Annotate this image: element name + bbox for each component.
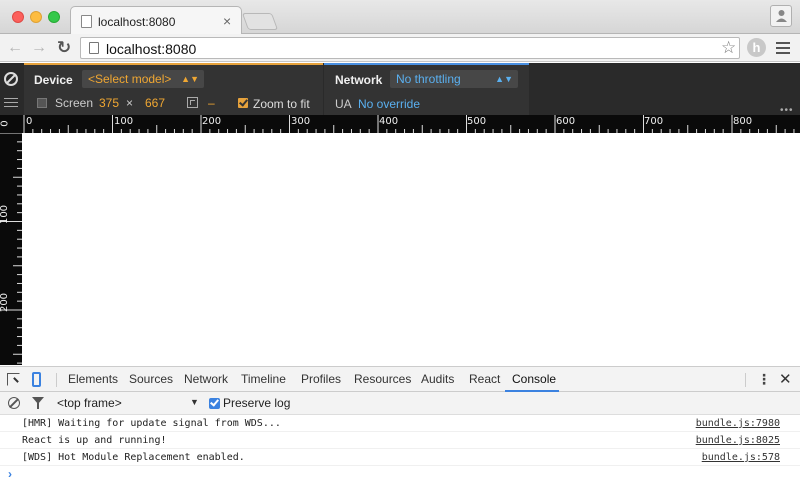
ruler-corner: 0 [0,115,22,133]
console-message: React is up and running! bundle.js:8025 [0,432,800,449]
user-agent-input[interactable]: No override [358,97,420,111]
zoom-to-fit-label: Zoom to fit [253,97,310,111]
back-arrow-icon[interactable]: ← [5,38,25,58]
minimize-window-button[interactable] [30,11,42,23]
network-section: Network No throttling ▲▼ UA No override [324,63,529,115]
ruler-label: 700 [644,116,664,127]
frame-select[interactable]: <top frame> [57,396,122,410]
tab-resources[interactable]: Resources [354,372,411,386]
user-icon [776,10,787,22]
device-pixel-ratio-input[interactable]: – [208,96,215,110]
console-source-link[interactable]: bundle.js:8025 [696,435,780,446]
browser-tab[interactable]: localhost:8080 × [70,6,242,35]
device-label: Device [34,73,73,87]
filter-icon[interactable] [32,397,44,409]
console-toolbar: <top frame> ▼ Preserve log [0,392,800,415]
dropdown-arrow-icon[interactable]: ▼ [190,397,199,407]
horizontal-ruler: 0 100 200 300 400 500 600 700 800 [0,115,800,133]
divider [745,373,746,387]
device-model-select[interactable]: <Select model> ▲▼ [82,70,204,88]
ruler-label: 0 [26,116,33,127]
zoom-to-fit-checkbox[interactable] [238,98,248,108]
address-bar[interactable]: localhost:8080 ☆ [80,37,740,59]
swap-dimensions-icon[interactable] [187,97,198,108]
select-arrows-icon: ▲▼ [495,74,513,84]
close-window-button[interactable] [12,11,24,23]
tab-elements[interactable]: Elements [68,372,118,386]
tab-network[interactable]: Network [184,372,228,386]
ruler-label: 500 [467,116,487,127]
ruler-label: 200 [0,292,11,313]
disable-emulation-icon[interactable] [4,72,18,86]
tab-title: localhost:8080 [98,15,176,29]
dimension-separator: × [126,96,134,110]
screen-label: Screen [55,96,94,110]
tab-console[interactable]: Console [512,372,556,386]
tab-react[interactable]: React [469,372,500,386]
throttle-value: No throttling [396,72,461,86]
ruler-label: 800 [733,116,753,127]
console-message: [HMR] Waiting for update signal from WDS… [0,415,800,432]
device-section: Device <Select model> ▲▼ Screen 375 × 66… [24,63,323,115]
user-agent-label: UA [335,97,352,111]
device-model-value: <Select model> [88,72,172,86]
console-message-text: [WDS] Hot Module Replacement enabled. [22,452,245,463]
screen-width-input[interactable]: 375 [99,96,119,110]
window-titlebar: localhost:8080 × [0,0,800,35]
select-arrows-icon: ▲▼ [181,74,199,84]
tab-timeline[interactable]: Timeline [241,372,286,386]
maximize-window-button[interactable] [48,11,60,23]
emulated-viewport[interactable] [22,133,800,365]
emulation-drawer-icon[interactable] [4,98,18,110]
divider [56,373,57,387]
tab-sources[interactable]: Sources [129,372,173,386]
ruler-label: 0 [0,120,11,127]
tab-audits[interactable]: Audits [421,372,454,386]
console-source-link[interactable]: bundle.js:578 [702,452,780,463]
vertical-ruler-ticks [0,133,22,364]
url-text[interactable]: localhost:8080 [106,41,196,57]
console-source-link[interactable]: bundle.js:7980 [696,418,780,429]
preserve-log-checkbox[interactable] [209,398,220,409]
tab-close-icon[interactable]: × [223,13,231,29]
browser-toolbar: ← → ↻ localhost:8080 ☆ h [0,34,800,62]
screen-checkbox[interactable] [37,98,47,108]
reload-icon[interactable]: ↻ [54,38,74,58]
new-tab-button[interactable] [241,13,279,30]
network-throttle-select[interactable]: No throttling ▲▼ [390,70,518,88]
ruler-label: 300 [291,116,311,127]
forward-arrow-icon[interactable]: → [29,38,49,58]
extension-icon[interactable]: h [747,38,766,57]
ruler-label: 100 [114,116,134,127]
vertical-ruler: 100 200 [0,133,22,365]
device-emulation-bar: Device <Select model> ▲▼ Screen 375 × 66… [0,63,800,116]
profile-button[interactable] [770,5,792,27]
bookmark-star-icon[interactable]: ☆ [721,38,736,58]
devtools-menu-icon[interactable]: ⋮ [757,371,771,388]
device-mode-icon[interactable] [32,372,41,387]
console-message-text: [HMR] Waiting for update signal from WDS… [22,418,281,429]
ruler-label: 400 [379,116,399,127]
network-label: Network [335,73,383,87]
preserve-log-label: Preserve log [223,396,291,410]
console-prompt[interactable]: › [8,467,12,481]
hamburger-menu-icon[interactable] [776,42,790,57]
ruler-label: 600 [556,116,576,127]
console-message: [WDS] Hot Module Replacement enabled. bu… [0,449,800,466]
ruler-label: 100 [0,204,11,225]
page-favicon-icon [81,15,92,28]
ruler-label: 200 [202,116,222,127]
page-icon [89,42,99,54]
close-devtools-icon[interactable]: ✕ [779,370,792,388]
devtools-tab-bar: Elements Sources Network Timeline Profil… [0,366,800,392]
clear-console-icon[interactable] [8,397,20,409]
tab-profiles[interactable]: Profiles [301,372,341,386]
inspect-element-icon[interactable] [7,373,20,386]
console-message-text: React is up and running! [22,435,167,446]
screen-height-input[interactable]: 667 [145,96,165,110]
